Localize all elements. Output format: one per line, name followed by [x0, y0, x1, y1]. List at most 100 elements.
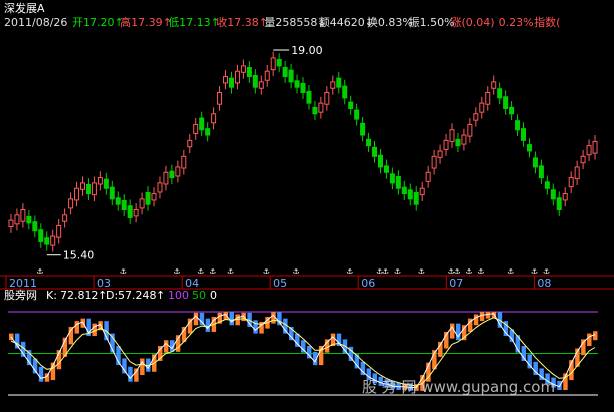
osc-bar [229, 312, 234, 326]
osc-bar [163, 340, 169, 353]
candle-body [151, 193, 157, 201]
candle-body [497, 88, 503, 99]
osc-bar [74, 321, 80, 334]
candle-body [50, 235, 56, 246]
osc-bar [527, 354, 532, 369]
candle-body [228, 77, 234, 88]
candle-body [157, 182, 163, 193]
event-marker-icon: ⚓ [293, 266, 299, 277]
osc-bar [479, 312, 485, 322]
candle-body [330, 81, 336, 89]
candle-body [56, 224, 62, 238]
candlestick-panel[interactable]: 19.00 15.40 [8, 44, 598, 262]
x-axis: 2011 03 04 05 06 07 08 [0, 275, 614, 290]
candle-body [97, 177, 103, 185]
candle-body [544, 181, 550, 189]
candle-body [181, 155, 187, 169]
candle-body [377, 154, 383, 168]
k-label: K: [46, 289, 57, 302]
candle-body [193, 123, 199, 134]
osc-bar [128, 366, 133, 382]
indicator-name: 股旁网 [4, 288, 37, 302]
candle-body [336, 77, 342, 88]
event-marker-icon: ⚓ [466, 266, 472, 277]
candle-body [115, 197, 121, 205]
candle-body [121, 199, 127, 210]
osc-bar [593, 331, 598, 341]
candle-body [419, 187, 425, 196]
candle-body [85, 184, 91, 195]
candle-body [139, 198, 145, 209]
stat-4: 量258558↓ [264, 16, 326, 29]
candle-body [20, 209, 26, 222]
candle-body [372, 146, 378, 157]
osc-bar [521, 346, 526, 361]
candle-body [348, 101, 354, 109]
candle-body [389, 173, 395, 184]
osc-bar [485, 312, 491, 319]
candle-body [413, 191, 419, 205]
osc-bar [223, 312, 229, 320]
candle-body [568, 177, 574, 188]
candle-body [455, 138, 461, 147]
candle-body [270, 57, 276, 71]
candle-body [574, 166, 580, 180]
candle-body [312, 106, 318, 115]
candle-body [282, 67, 288, 78]
header-stats: 开17.20↑高17.39↑低17.13↑收17.38↑量258558↓额446… [72, 15, 560, 29]
event-marker-icon: ⚓ [227, 266, 233, 277]
candle-body [431, 155, 437, 169]
candle-body [580, 155, 586, 164]
candle-body [14, 214, 20, 225]
stat-6: 换0.83% [367, 15, 413, 29]
candle-body [318, 102, 324, 113]
candle-body [395, 176, 401, 189]
candle-body [515, 120, 521, 131]
candle-body [288, 69, 294, 83]
candle-body [461, 134, 467, 145]
stock-title: 深发展A [4, 1, 45, 15]
event-marker-icon: ⚓ [382, 266, 388, 277]
candle-body [538, 165, 544, 179]
candle-body [240, 65, 246, 73]
candle-body [485, 92, 491, 105]
candle-body [473, 113, 479, 121]
candle-body [8, 219, 14, 228]
candle-body [133, 209, 139, 217]
candle-body [264, 70, 270, 81]
candle-body [103, 178, 109, 189]
event-marker-icon: ⚓ [454, 266, 460, 277]
candle-body [234, 70, 240, 84]
event-marker-icon: ⚓ [210, 266, 216, 277]
event-marker-icon: ⚓ [418, 266, 424, 277]
stat-1: 高17.39↑ [120, 15, 172, 29]
candle-body [127, 205, 133, 218]
stock-chart[interactable]: 深发展A 2011/08/26 开17.20↑高17.39↑低17.13↑收17… [0, 0, 614, 412]
event-marker-icon: ⚓ [263, 266, 269, 277]
candle-body [592, 140, 598, 154]
candle-body [44, 237, 50, 245]
event-marker-icon: ⚓ [198, 266, 204, 277]
stat-8: 涨(0.04) [451, 16, 495, 29]
candle-body [26, 215, 32, 224]
osc-bar [140, 358, 145, 376]
osc-bar [587, 333, 592, 347]
candle-body [252, 74, 258, 88]
candle-body [211, 113, 217, 124]
k-value: 72.812 [60, 289, 99, 302]
event-marker-icon: ⚓ [531, 266, 537, 277]
candle-body [521, 128, 527, 141]
candle-body [425, 171, 431, 182]
candle-body [145, 191, 151, 205]
candle-body [205, 128, 211, 136]
watermark: 股 旁 网 www.gupang.com [362, 378, 555, 396]
candle-body [532, 157, 538, 168]
candle-body [354, 109, 360, 120]
candle-body [91, 182, 97, 196]
candle-body [360, 122, 366, 136]
candle-body [526, 144, 532, 152]
header-date: 2011/08/26 [4, 16, 67, 29]
osc-bar [455, 323, 461, 341]
candle-body [62, 214, 68, 222]
candle-body [223, 76, 229, 84]
